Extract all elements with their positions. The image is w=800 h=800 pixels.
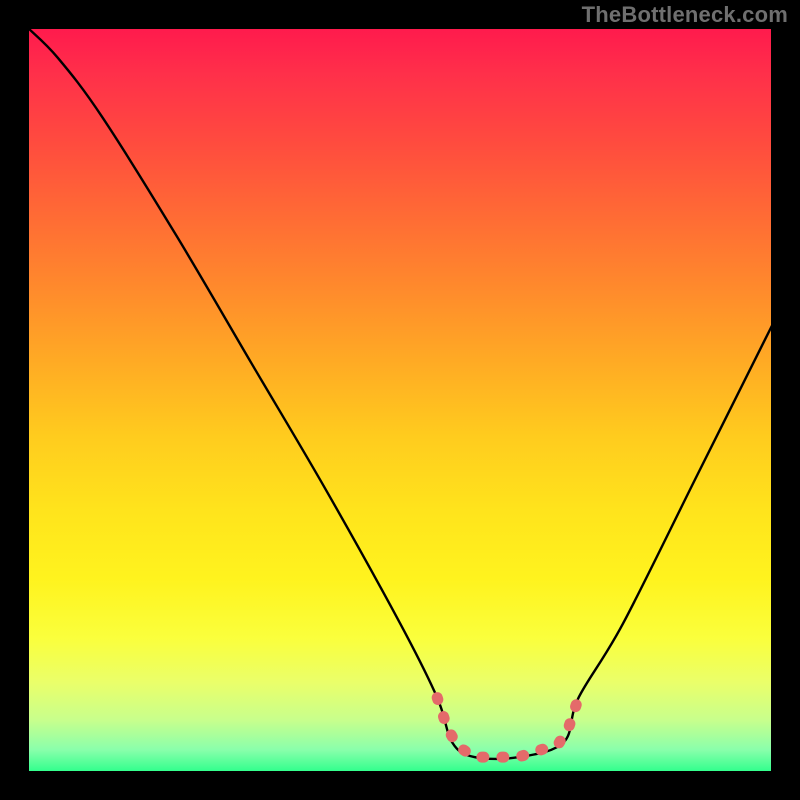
- gradient-background: [28, 28, 772, 772]
- bottleneck-chart: [0, 0, 800, 800]
- chart-frame: { "watermark": "TheBottleneck.com", "col…: [0, 0, 800, 800]
